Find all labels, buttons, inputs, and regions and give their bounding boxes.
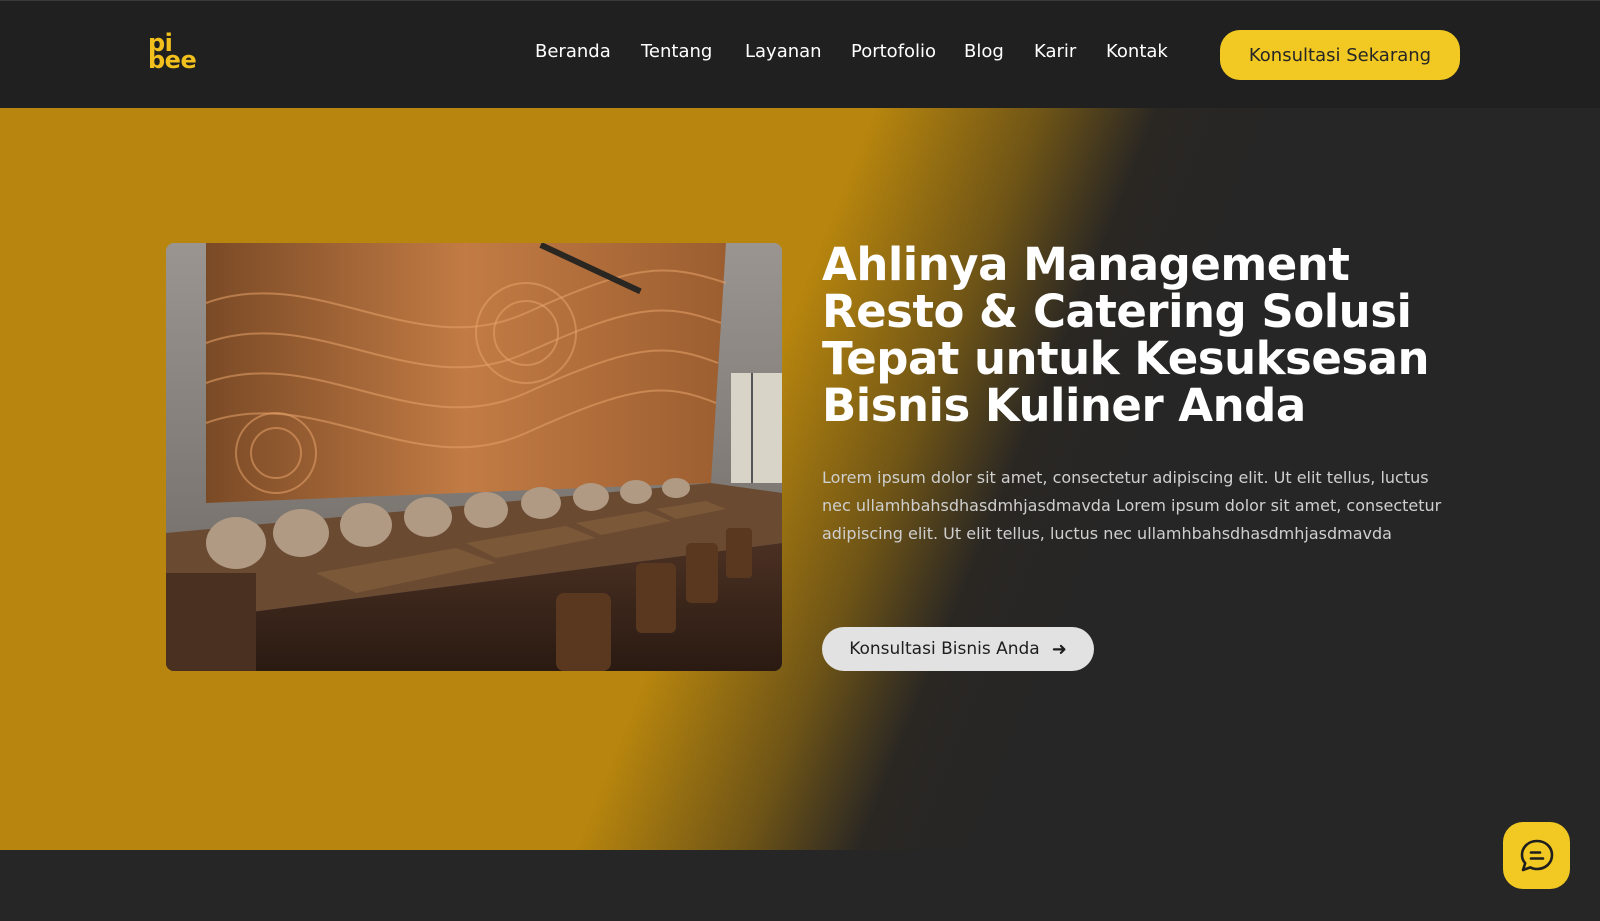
hero-section: Ahlinya Management Resto & Catering Solu…	[0, 108, 1600, 850]
consult-business-button[interactable]: Konsultasi Bisnis Anda ➜	[822, 627, 1094, 671]
nav-beranda[interactable]: Beranda	[535, 41, 611, 62]
nav-portofolio[interactable]: Portofolio	[851, 41, 936, 62]
restaurant-interior-image	[166, 243, 782, 671]
nav-kontak[interactable]: Kontak	[1106, 41, 1168, 62]
consult-now-button[interactable]: Konsultasi Sekarang	[1220, 30, 1460, 80]
chat-button[interactable]	[1503, 822, 1570, 889]
nav-tentang[interactable]: Tentang	[641, 41, 712, 62]
hero-description: Lorem ipsum dolor sit amet, consectetur …	[822, 468, 1442, 543]
chat-bubble-icon	[1520, 839, 1553, 871]
arrow-right-icon: ➜	[1051, 638, 1067, 660]
logo-line-2: bee	[148, 46, 197, 74]
logo[interactable]: pi bee	[148, 31, 197, 74]
nav-layanan[interactable]: Layanan	[745, 41, 822, 62]
consult-business-label: Konsultasi Bisnis Anda	[849, 639, 1040, 659]
site-header: pi bee Beranda Tentang Layanan Portofoli…	[0, 1, 1600, 108]
nav-karir[interactable]: Karir	[1034, 41, 1076, 62]
nav-blog[interactable]: Blog	[964, 41, 1004, 62]
hero-title: Ahlinya Management Resto & Catering Solu…	[822, 238, 1430, 432]
